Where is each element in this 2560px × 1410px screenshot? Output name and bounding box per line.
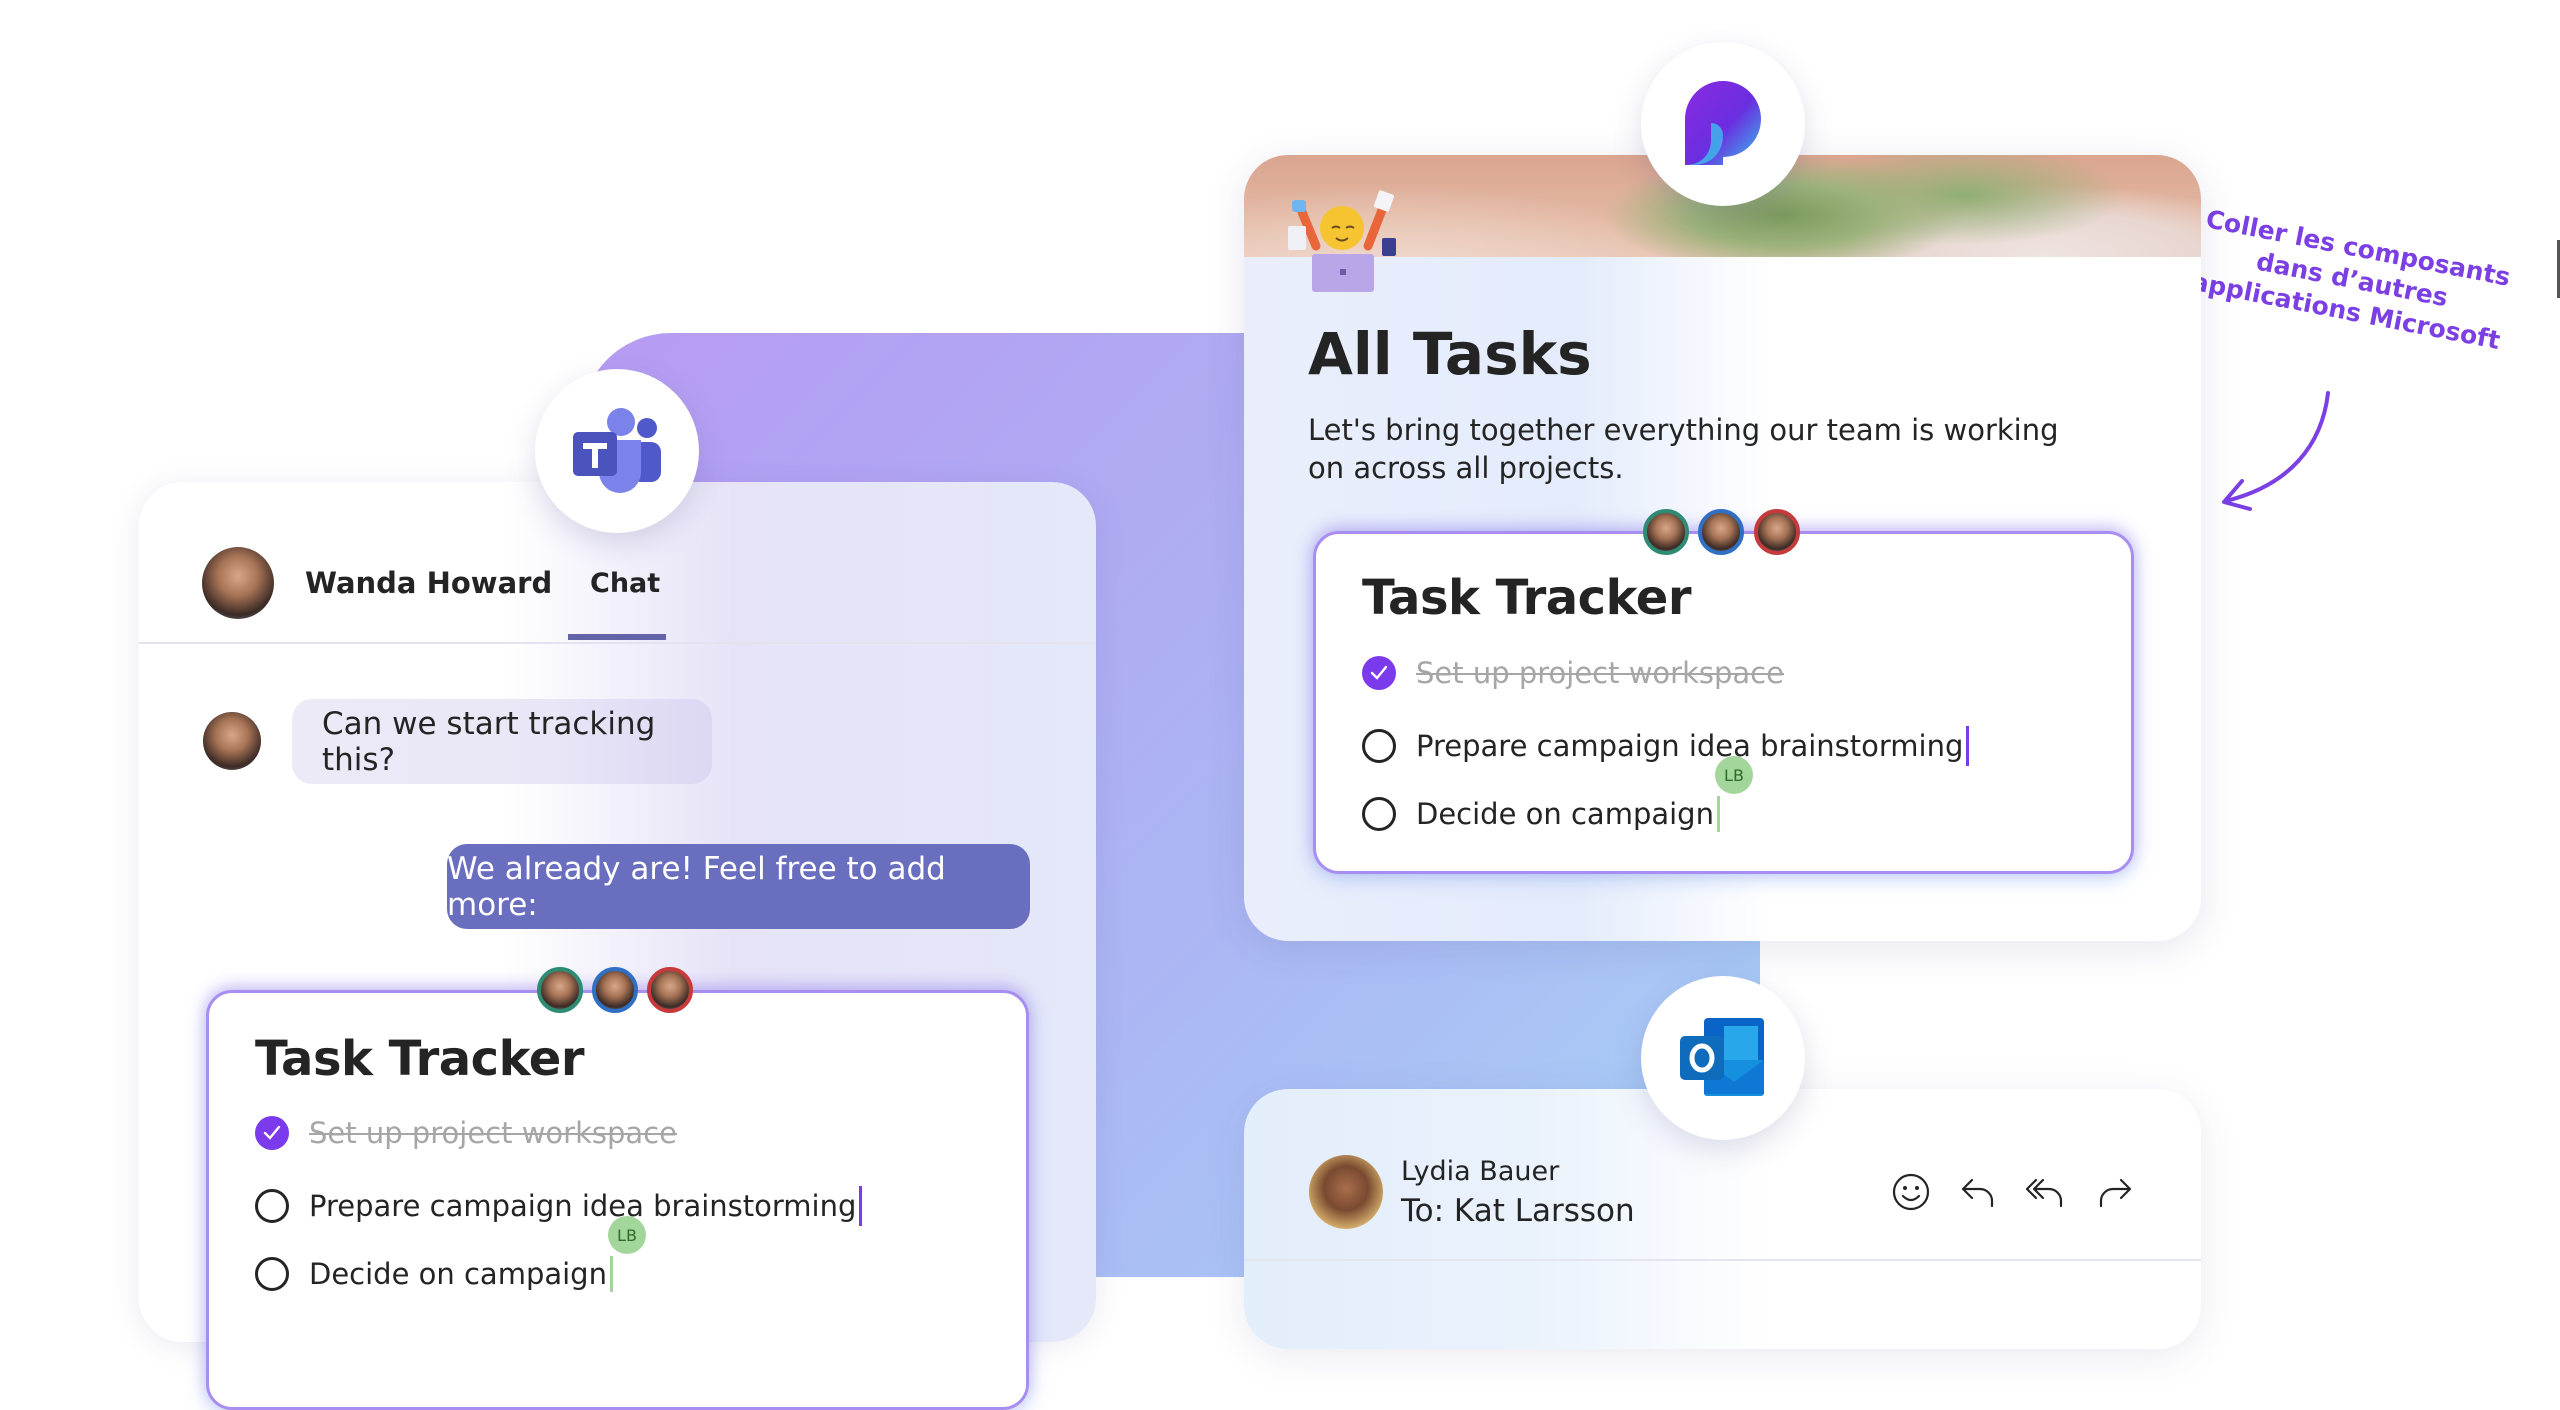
checked-checkbox[interactable] bbox=[255, 1116, 289, 1150]
unchecked-checkbox[interactable] bbox=[255, 1257, 289, 1291]
header-divider bbox=[1244, 1259, 2201, 1261]
task-tracker-title: Task Tracker bbox=[255, 1031, 585, 1087]
task-label[interactable]: Set up project workspace bbox=[309, 1116, 677, 1150]
recipient-line: To: Kat Larsson bbox=[1401, 1193, 1635, 1229]
collaborator-avatar bbox=[1643, 509, 1689, 555]
lydia-bauer-avatar[interactable] bbox=[1309, 1155, 1383, 1229]
checkmark-icon bbox=[1370, 665, 1388, 680]
outgoing-message-text: We already are! Feel free to add more: bbox=[447, 850, 946, 923]
incoming-message-text: Can we start tracking this? bbox=[322, 705, 656, 778]
reply-all-icon[interactable] bbox=[2024, 1170, 2068, 1214]
task-item: Prepare campaign idea brainstorming bbox=[1362, 726, 1970, 766]
collaborator-cursor: LB bbox=[607, 1216, 646, 1292]
tab-chat-underline bbox=[568, 634, 666, 640]
microsoft-teams-icon bbox=[573, 408, 661, 493]
task-tracker-component: Task Tracker Set up project workspace Pr… bbox=[206, 990, 1029, 1410]
collaborator-badge: LB bbox=[607, 1216, 646, 1254]
text-cursor bbox=[1966, 726, 1970, 766]
loop-app-badge bbox=[1641, 42, 1805, 206]
task-label[interactable]: Decide on campaign bbox=[1416, 797, 1714, 831]
unchecked-checkbox[interactable] bbox=[255, 1189, 289, 1223]
teams-app-badge bbox=[535, 369, 699, 533]
task-tracker-component: Task Tracker Set up project workspace Pr… bbox=[1313, 531, 2134, 874]
task-label[interactable]: Set up project workspace bbox=[1416, 656, 1784, 690]
collaborator-avatar bbox=[537, 967, 583, 1013]
collaborator-cursor: LB bbox=[1714, 756, 1753, 832]
page-description: Let's bring together everything our team… bbox=[1308, 413, 2059, 485]
checked-checkbox[interactable] bbox=[1362, 656, 1396, 690]
contact-name: Wanda Howard bbox=[305, 566, 553, 600]
checkmark-icon bbox=[263, 1125, 281, 1140]
unchecked-checkbox[interactable] bbox=[1362, 729, 1396, 763]
collaborator-avatar bbox=[1754, 509, 1800, 555]
task-tracker-title: Task Tracker bbox=[1362, 570, 1692, 626]
outlook-app-badge bbox=[1641, 976, 1805, 1140]
collaborator-badge: LB bbox=[1714, 756, 1753, 794]
teams-chat-card: Wanda Howard Chat Can we start tracking … bbox=[139, 482, 1096, 1410]
task-item: Decide on campaign LB bbox=[1362, 756, 1753, 832]
task-item: Decide on campaign LB bbox=[255, 1216, 646, 1292]
task-label[interactable]: Prepare campaign idea brainstorming bbox=[1416, 729, 1963, 763]
page-title: All Tasks bbox=[1308, 320, 1592, 388]
curved-arrow-icon bbox=[2222, 391, 2330, 511]
message-avatar bbox=[203, 712, 261, 770]
tab-chat[interactable]: Chat bbox=[590, 568, 660, 599]
emoji-react-icon[interactable] bbox=[1889, 1170, 1933, 1214]
incoming-message: Can we start tracking this? bbox=[292, 699, 712, 784]
celebration-character-icon bbox=[1288, 186, 1398, 294]
task-label[interactable]: Decide on campaign bbox=[309, 1257, 607, 1291]
outgoing-message: We already are! Feel free to add more: bbox=[447, 844, 1030, 929]
microsoft-loop-icon bbox=[1685, 81, 1761, 165]
collaborator-avatar bbox=[1698, 509, 1744, 555]
collaborator-avatar bbox=[647, 967, 693, 1013]
forward-icon[interactable] bbox=[2093, 1170, 2137, 1214]
task-label[interactable]: Prepare campaign idea brainstorming bbox=[309, 1189, 856, 1223]
header-divider bbox=[139, 642, 1096, 644]
sender-name: Lydia Bauer bbox=[1401, 1156, 1560, 1187]
collaborator-avatar bbox=[592, 967, 638, 1013]
text-cursor bbox=[859, 1186, 863, 1226]
wanda-howard-avatar[interactable] bbox=[202, 547, 274, 619]
annotation-text: Coller les composants dans d’autres appl… bbox=[2186, 202, 2518, 357]
task-item: Set up project workspace bbox=[1362, 656, 1784, 690]
unchecked-checkbox[interactable] bbox=[1362, 797, 1396, 831]
task-item: Set up project workspace bbox=[255, 1116, 677, 1150]
task-item: Prepare campaign idea brainstorming bbox=[255, 1186, 863, 1226]
microsoft-outlook-icon bbox=[1680, 1018, 1764, 1096]
reply-icon[interactable] bbox=[1956, 1170, 2000, 1214]
